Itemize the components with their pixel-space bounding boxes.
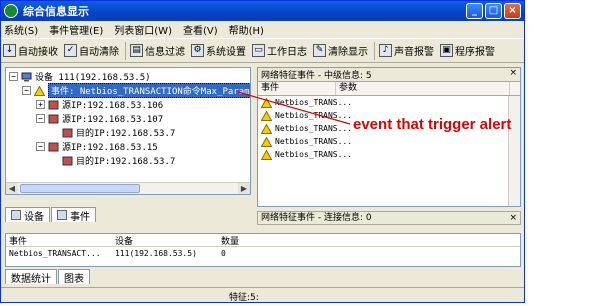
- annotation-pointer-line: [237, 91, 351, 125]
- annotation-pointer: [237, 91, 351, 125]
- annotation-label: event that trigger alert: [353, 116, 512, 133]
